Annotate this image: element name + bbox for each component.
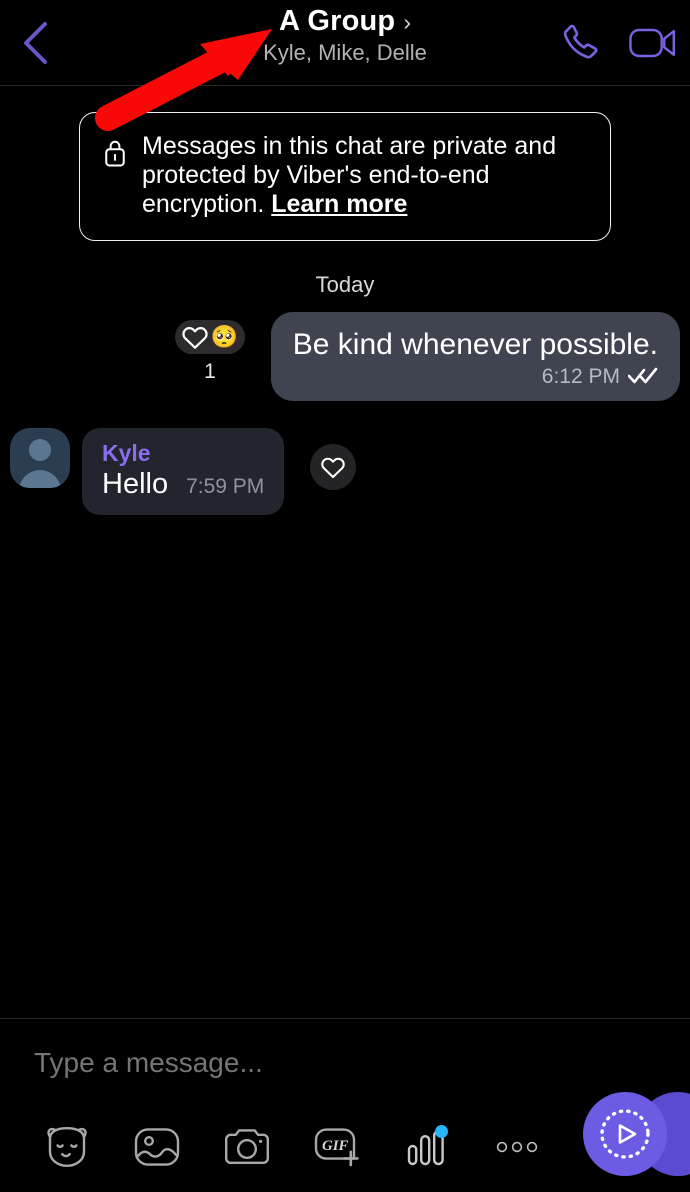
reaction-count: 1 (204, 360, 216, 383)
sticker-button[interactable] (22, 1116, 112, 1178)
sender-name: Kyle (102, 440, 151, 466)
composer-toolbar: GIF (0, 1116, 562, 1178)
phone-icon (563, 24, 598, 59)
camera-icon (225, 1129, 269, 1164)
message-text: Be kind whenever possible. (292, 328, 658, 361)
learn-more-link[interactable]: Learn more (271, 190, 407, 218)
audio-call-button[interactable] (554, 16, 608, 70)
play-record-icon (600, 1109, 650, 1159)
heart-outline-icon (181, 324, 209, 350)
double-check-icon (627, 366, 658, 389)
video-camera-icon (629, 28, 676, 57)
chat-screen: A Group › Kyle, Mike, Delle Messages in … (0, 0, 690, 1192)
message-bubble[interactable]: Kyle Hello 7:59 PM (82, 428, 285, 515)
sticker-icon (47, 1126, 87, 1168)
message-time: 7:59 PM (186, 475, 265, 498)
notification-badge-dot (435, 1125, 448, 1138)
message-row-outgoing: 🥺 1 Be kind whenever possible. 6:12 PM (10, 312, 680, 401)
gif-button[interactable]: GIF (292, 1116, 382, 1178)
message-row-incoming: Kyle Hello 7:59 PM (10, 428, 680, 515)
avatar-body (19, 470, 61, 488)
send-button[interactable] (583, 1092, 667, 1176)
voice-message-button[interactable] (382, 1116, 472, 1178)
message-time: 6:12 PM (541, 365, 620, 388)
reaction-group[interactable]: 🥺 1 (165, 320, 255, 384)
encryption-text: Messages in this chat are private and pr… (142, 132, 588, 219)
chevron-left-icon (24, 21, 47, 64)
gallery-icon (134, 1128, 180, 1166)
search-input[interactable] (0, 1045, 556, 1081)
reaction-pill[interactable]: 🥺 (174, 320, 246, 354)
more-options-icon (496, 1141, 538, 1153)
encryption-notice[interactable]: Messages in this chat are private and pr… (79, 112, 611, 241)
page-title: A Group (279, 5, 396, 37)
message-composer: GIF (0, 1018, 690, 1192)
message-bubble[interactable]: Be kind whenever possible. 6:12 PM (270, 312, 680, 401)
chat-title-block[interactable]: A Group › Kyle, Mike, Delle (135, 4, 555, 67)
avatar[interactable] (10, 428, 70, 488)
video-call-button[interactable] (626, 16, 680, 70)
day-separator: Today (315, 272, 375, 297)
reaction-emoji: 🥺 (210, 324, 239, 349)
chat-header: A Group › Kyle, Mike, Delle (0, 0, 690, 86)
header-actions (554, 16, 680, 70)
chevron-right-icon: › (403, 9, 411, 35)
message-line: Hello 7:59 PM (102, 468, 264, 501)
lock-icon (102, 138, 128, 173)
svg-text:GIF: GIF (322, 1138, 348, 1154)
camera-button[interactable] (202, 1116, 292, 1178)
title-row[interactable]: A Group › (135, 4, 555, 38)
person-avatar-icon (29, 439, 51, 461)
more-options-button[interactable] (472, 1116, 562, 1178)
chat-members-subtitle: Kyle, Mike, Delle (263, 40, 427, 65)
message-list[interactable]: Messages in this chat are private and pr… (0, 86, 690, 1018)
message-text: Hello (102, 468, 169, 500)
gallery-button[interactable] (112, 1116, 202, 1178)
heart-outline-icon (321, 457, 346, 478)
message-meta: 6:12 PM (293, 365, 658, 389)
back-button[interactable] (8, 15, 64, 71)
react-heart-button[interactable] (310, 444, 357, 490)
gif-icon: GIF (314, 1128, 359, 1167)
